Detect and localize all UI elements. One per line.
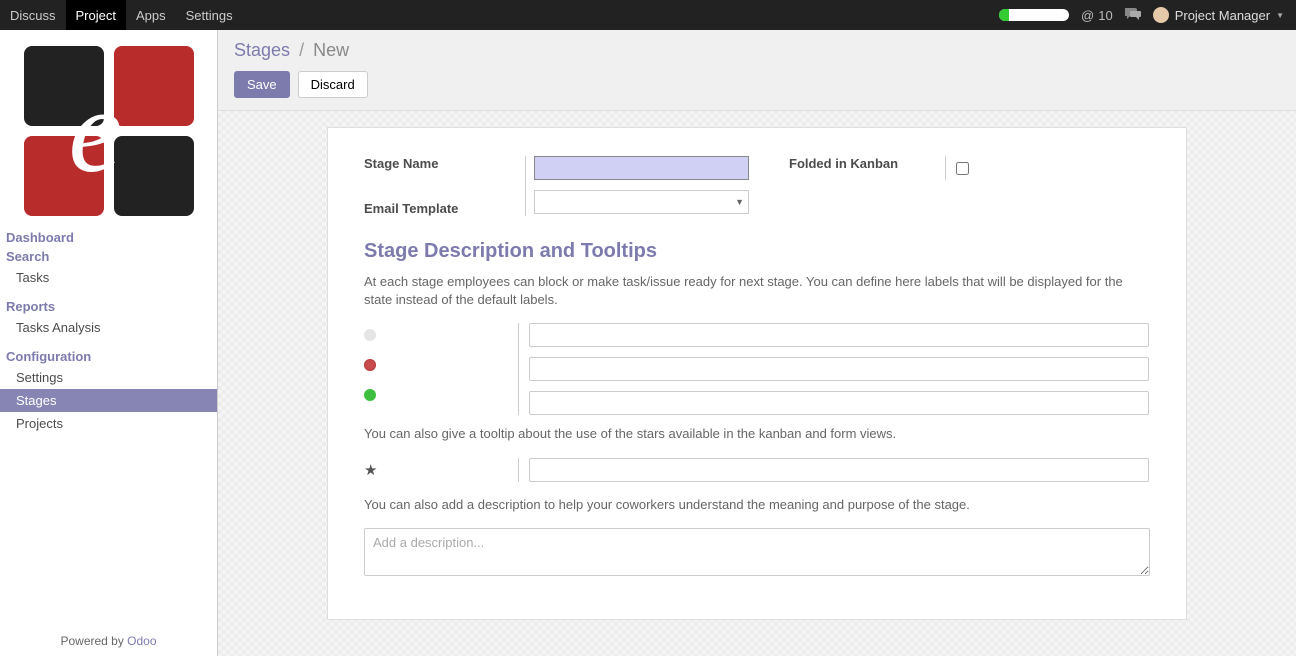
content-area: Stages / New Save Discard Stage Name Ema… xyxy=(218,30,1296,656)
user-name: Project Manager xyxy=(1175,8,1270,23)
top-nav: Discuss Project Apps Settings xyxy=(0,0,243,31)
sidebar-item-tasks-analysis[interactable]: Tasks Analysis xyxy=(0,316,217,339)
sidebar-search[interactable]: Search xyxy=(0,247,217,266)
breadcrumb: Stages / New xyxy=(234,40,1280,61)
star-icon: ★ xyxy=(364,461,377,479)
folded-checkbox[interactable] xyxy=(956,162,969,175)
nav-settings[interactable]: Settings xyxy=(176,0,243,31)
chevron-down-icon: ▼ xyxy=(1276,11,1284,20)
sidebar-item-settings[interactable]: Settings xyxy=(0,366,217,389)
sidebar: e Dashboard Search Tasks Reports Tasks A… xyxy=(0,30,218,656)
nav-discuss[interactable]: Discuss xyxy=(0,0,66,31)
sidebar-dashboard[interactable]: Dashboard xyxy=(0,228,217,247)
nav-project[interactable]: Project xyxy=(66,0,126,31)
stage-name-input[interactable] xyxy=(534,156,749,180)
status-dot-red-icon xyxy=(364,359,376,371)
status-dot-grey-icon xyxy=(364,329,376,341)
sidebar-item-tasks[interactable]: Tasks xyxy=(0,266,217,289)
grey-label-input[interactable] xyxy=(529,323,1149,347)
chevron-down-icon: ▼ xyxy=(735,197,744,207)
mentions-count: 10 xyxy=(1098,8,1112,23)
tooltips-star-desc: You can also give a tooltip about the us… xyxy=(364,425,1150,443)
progress-fill xyxy=(999,9,1009,21)
content-header: Stages / New Save Discard xyxy=(218,30,1296,111)
save-button[interactable]: Save xyxy=(234,71,290,98)
breadcrumb-sep: / xyxy=(299,40,304,60)
nav-apps[interactable]: Apps xyxy=(126,0,176,31)
top-bar: Discuss Project Apps Settings @ 10 Proje… xyxy=(0,0,1296,30)
top-bar-right: @ 10 Project Manager ▼ xyxy=(999,7,1296,24)
discard-button[interactable]: Discard xyxy=(298,71,368,98)
sidebar-configuration[interactable]: Configuration xyxy=(0,347,217,366)
sidebar-item-projects[interactable]: Projects xyxy=(0,412,217,435)
breadcrumb-parent[interactable]: Stages xyxy=(234,40,290,60)
email-template-label: Email Template xyxy=(364,201,519,216)
breadcrumb-current: New xyxy=(313,40,349,60)
mentions-badge[interactable]: @ 10 xyxy=(1081,8,1113,23)
user-menu[interactable]: Project Manager ▼ xyxy=(1153,7,1284,23)
logo: e xyxy=(0,38,217,228)
avatar xyxy=(1153,7,1169,23)
status-dot-green-icon xyxy=(364,389,376,401)
tooltips-descr-desc: You can also add a description to help y… xyxy=(364,496,1150,514)
description-textarea[interactable] xyxy=(364,528,1150,576)
progress-indicator[interactable] xyxy=(999,9,1069,21)
folded-label: Folded in Kanban xyxy=(789,156,939,171)
powered-by: Powered by Odoo xyxy=(0,626,217,656)
sidebar-item-stages[interactable]: Stages xyxy=(0,389,217,412)
tooltips-desc: At each stage employees can block or mak… xyxy=(364,273,1150,309)
stage-name-label: Stage Name xyxy=(364,156,519,171)
at-icon: @ xyxy=(1081,8,1094,23)
form-sheet: Stage Name Email Template ▼ Folded in Ka… xyxy=(327,127,1187,620)
email-template-select[interactable]: ▼ xyxy=(534,190,749,214)
red-label-input[interactable] xyxy=(529,357,1149,381)
green-label-input[interactable] xyxy=(529,391,1149,415)
odoo-link[interactable]: Odoo xyxy=(127,634,156,648)
chat-icon[interactable] xyxy=(1125,7,1141,24)
star-tooltip-input[interactable] xyxy=(529,458,1149,482)
tooltips-title: Stage Description and Tooltips xyxy=(364,240,1150,263)
sidebar-reports[interactable]: Reports xyxy=(0,297,217,316)
